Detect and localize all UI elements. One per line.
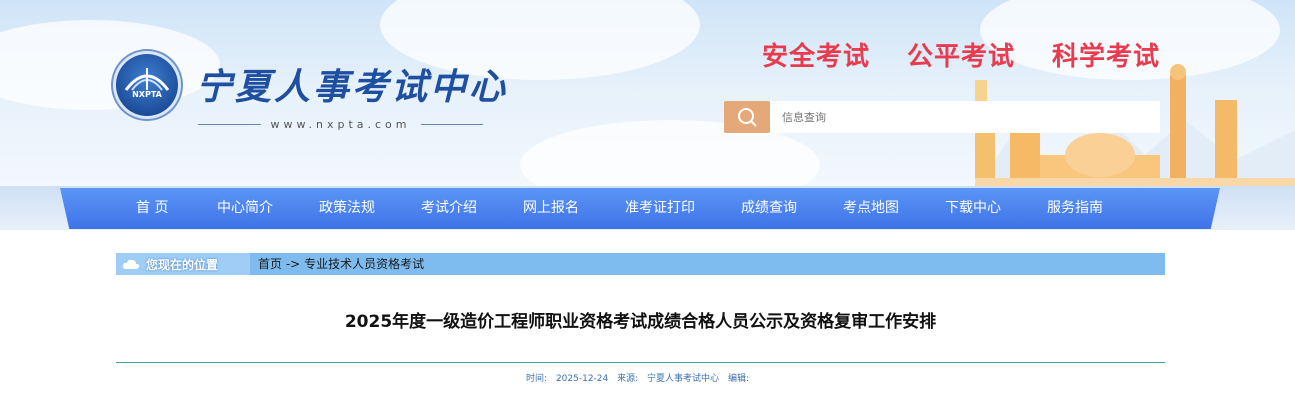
nav-item-downloads[interactable]: 下载中心 xyxy=(945,188,1001,229)
cloud-decoration xyxy=(0,20,220,110)
nav-item-service-guide[interactable]: 服务指南 xyxy=(1047,188,1103,229)
article-title: 2025年度一级造价工程师职业资格考试成绩合格人员公示及资格复审工作安排 xyxy=(344,312,937,332)
nav-item-admission-ticket[interactable]: 准考证打印 xyxy=(625,188,695,229)
meta-source-label: 来源: xyxy=(617,374,639,384)
nav-item-venue-map[interactable]: 考点地图 xyxy=(843,188,899,229)
site-name: 宁夏人事考试中心 xyxy=(196,66,509,108)
site-url-text: www.nxpta.com xyxy=(270,118,411,131)
slogan-scientific: 科学考试 xyxy=(1052,42,1161,72)
breadcrumb-separator: -> xyxy=(285,257,301,271)
logo-text: NXPTA xyxy=(132,90,162,99)
location-label: 您现在的位置 xyxy=(116,253,250,275)
nav-item-exam-intro[interactable]: 考试介绍 xyxy=(421,188,477,229)
meta-editor-label: 编辑: xyxy=(727,374,749,384)
location-label-text: 您现在的位置 xyxy=(146,257,219,272)
breadcrumb-home[interactable]: 首页 xyxy=(258,257,282,271)
nav-item-home[interactable]: 首 页 xyxy=(136,188,168,229)
slogan-fair: 公平考试 xyxy=(907,42,1016,72)
meta-time-value: 2025-12-24 xyxy=(555,374,609,384)
search-input[interactable] xyxy=(770,101,1160,133)
site-url[interactable]: www.nxpta.com xyxy=(198,118,484,131)
nxpta-logo[interactable]: NXPTA xyxy=(116,54,178,116)
slogan-safe: 安全考试 xyxy=(762,42,871,72)
title-divider xyxy=(116,362,1165,363)
nav-item-score-query[interactable]: 成绩查询 xyxy=(741,188,797,229)
nav-item-registration[interactable]: 网上报名 xyxy=(523,188,579,229)
url-decoration-line xyxy=(420,124,484,125)
search-icon xyxy=(738,108,757,127)
search-button[interactable] xyxy=(724,101,770,133)
breadcrumb-category[interactable]: 专业技术人员资格考试 xyxy=(304,257,424,271)
nav-item-policy[interactable]: 政策法规 xyxy=(319,188,375,229)
article-meta: 时间: 2025-12-24 来源: 宁夏人事考试中心 编辑: xyxy=(116,371,1165,384)
meta-source-value: 宁夏人事考试中心 xyxy=(647,374,720,384)
url-decoration-line xyxy=(198,124,261,125)
cloud-icon xyxy=(122,259,140,269)
meta-time-label: 时间: xyxy=(526,374,548,384)
breadcrumb: 首页 -> 专业技术人员资格考试 xyxy=(258,253,424,275)
nav-item-about[interactable]: 中心简介 xyxy=(217,188,273,229)
header-banner: NXPTA 宁夏人事考试中心 www.nxpta.com 安全考试 公平考试 科… xyxy=(0,0,1295,190)
